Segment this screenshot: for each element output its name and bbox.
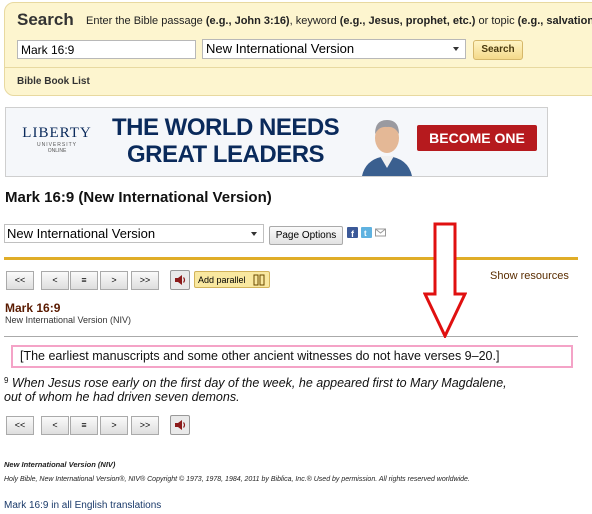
ad-headline: GREAT LEADERS — [127, 141, 325, 168]
copyright-text: Holy Bible, New International Version®, … — [4, 476, 470, 483]
chevron-down-icon — [251, 232, 257, 236]
add-parallel-button[interactable]: Add parallel — [194, 271, 270, 288]
chevron-down-icon — [453, 47, 459, 51]
bible-book-list-link[interactable]: Bible Book List — [17, 76, 90, 87]
passage-version: New International Version (NIV) — [5, 315, 132, 325]
next-chapter-button[interactable]: > — [100, 271, 128, 290]
ad-headline: THE WORLD NEEDS — [112, 114, 340, 141]
footnote-callout: [The earliest manuscripts and some other… — [11, 345, 573, 368]
divider — [4, 336, 578, 337]
last-chapter-button[interactable]: >> — [131, 416, 159, 435]
all-translations-link[interactable]: Mark 16:9 in all English translations — [4, 500, 161, 511]
show-resources-link[interactable]: Show resources — [490, 270, 569, 282]
audio-icon[interactable] — [170, 415, 190, 435]
verse-text: 9 When Jesus rose early on the first day… — [4, 376, 507, 390]
twitter-icon[interactable]: t — [361, 227, 372, 238]
previous-chapter-button[interactable]: < — [41, 416, 69, 435]
search-hint: Enter the Bible passage (e.g., John 3:16… — [86, 15, 592, 27]
liberty-logo: LIBERTY UNIVERSITY ONLINE — [22, 125, 92, 154]
passage-reference: Mark 16:9 — [5, 301, 61, 315]
divider — [4, 257, 578, 260]
previous-chapter-button[interactable]: < — [41, 271, 69, 290]
audio-icon[interactable] — [170, 270, 190, 290]
chapter-list-button[interactable]: ≡ — [70, 271, 98, 290]
verse-text: out of whom he had driven seven demons. — [4, 390, 240, 404]
search-heading: Search — [17, 10, 74, 29]
page-title: Mark 16:9 (New International Version) — [5, 189, 272, 206]
version-select[interactable]: New International Version — [4, 224, 264, 243]
svg-text:t: t — [364, 229, 367, 238]
parallel-columns-icon — [253, 274, 265, 286]
become-one-button[interactable]: BECOME ONE — [417, 125, 537, 151]
chapter-list-button[interactable]: ≡ — [70, 416, 98, 435]
email-icon[interactable] — [375, 227, 386, 238]
divider — [4, 67, 592, 68]
person-photo-icon — [358, 108, 416, 176]
page-options-button[interactable]: Page Options — [269, 226, 343, 245]
copyright-version: New International Version (NIV) — [4, 460, 116, 469]
search-button[interactable]: Search — [473, 40, 523, 60]
first-chapter-button[interactable]: << — [6, 416, 34, 435]
ad-banner[interactable]: LIBERTY UNIVERSITY ONLINE THE WORLD NEED… — [5, 107, 548, 177]
facebook-icon[interactable]: f — [347, 227, 358, 238]
version-select[interactable]: New International Version — [202, 39, 466, 59]
next-chapter-button[interactable]: > — [100, 416, 128, 435]
footnote-text: [The earliest manuscripts and some other… — [20, 349, 500, 363]
first-chapter-button[interactable]: << — [6, 271, 34, 290]
passage-search-input[interactable] — [17, 40, 196, 59]
last-chapter-button[interactable]: >> — [131, 271, 159, 290]
red-arrow-annotation — [423, 222, 467, 338]
